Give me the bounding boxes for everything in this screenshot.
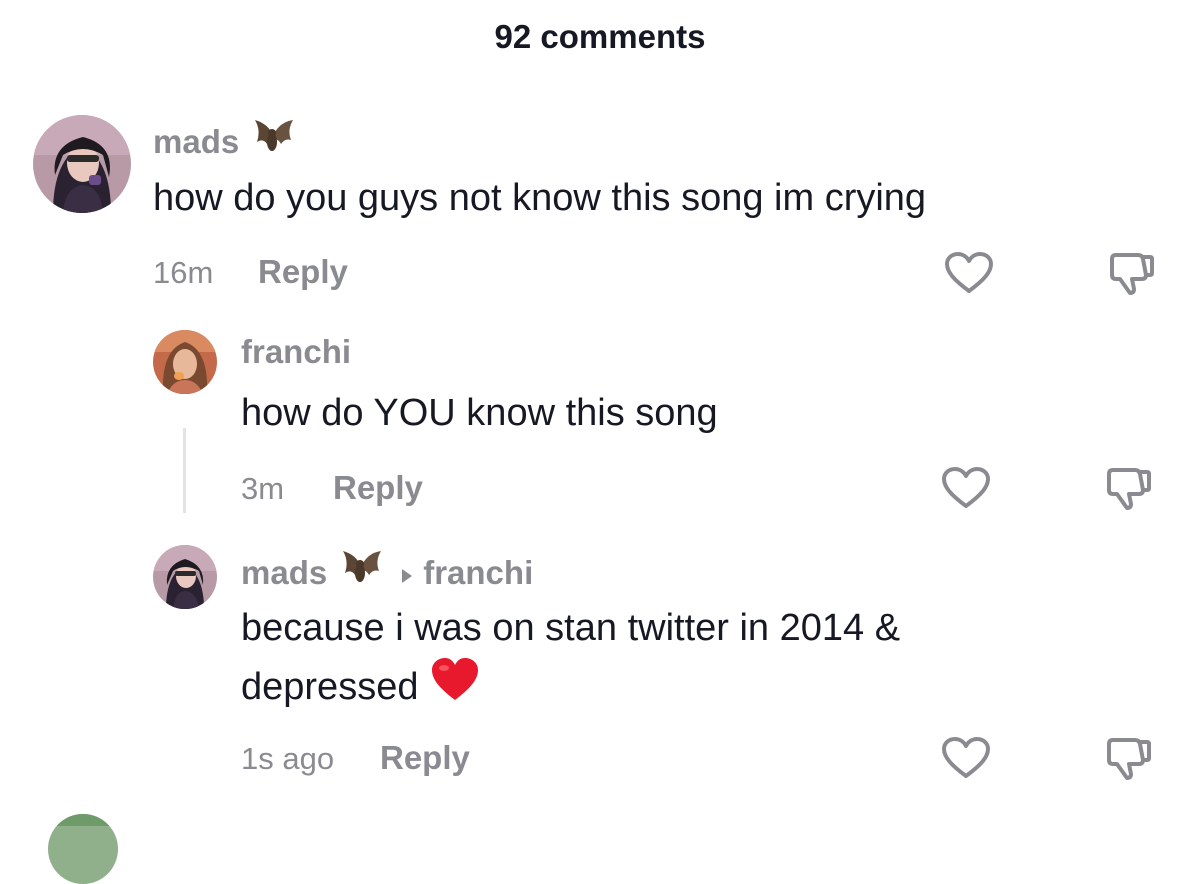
thread-line [183, 428, 186, 513]
heart-outline-icon[interactable] [941, 466, 991, 515]
comment-time: 16m [153, 255, 214, 290]
comment-time: 1s ago [241, 741, 335, 776]
comment-text-line: because i was on stan twitter in 2014 & [241, 607, 901, 649]
thumbs-down-icon[interactable] [1105, 466, 1151, 517]
red-heart-emoji [430, 656, 480, 718]
username-text: mads [241, 554, 328, 591]
play-arrow-icon [401, 554, 413, 592]
reply-button[interactable]: Reply [258, 253, 348, 291]
comment-username[interactable]: mads [153, 118, 295, 166]
comment-text: how do YOU know this song [241, 392, 718, 434]
comment-text-fragment: depressed [241, 665, 419, 708]
avatar-mads[interactable] [153, 545, 217, 609]
heart-outline-icon[interactable] [944, 251, 994, 300]
username-text: franchi [241, 333, 352, 370]
heart-outline-icon[interactable] [941, 736, 991, 785]
bat-emoji [251, 118, 295, 166]
comment-username[interactable]: franchi [241, 333, 351, 371]
username-text: mads [153, 123, 240, 160]
reply-target-username[interactable]: franchi [423, 554, 533, 592]
comments-count-title: 92 comments [494, 18, 706, 55]
thumbs-down-icon[interactable] [1105, 736, 1151, 787]
comment-username[interactable]: mads franchi [241, 549, 533, 597]
thumbs-down-icon[interactable] [1108, 251, 1154, 302]
comment-text: because i was on stan twitter in 2014 & … [241, 601, 900, 718]
avatar-mads[interactable] [33, 115, 131, 213]
comment-text: how do you guys not know this song im cr… [153, 177, 927, 219]
avatar-franchi[interactable] [153, 330, 217, 394]
bat-emoji [339, 549, 383, 597]
comment-time: 3m [241, 471, 285, 506]
comment-text-line: depressed [241, 656, 900, 718]
reply-button[interactable]: Reply [380, 739, 470, 777]
reply-button[interactable]: Reply [333, 469, 423, 507]
